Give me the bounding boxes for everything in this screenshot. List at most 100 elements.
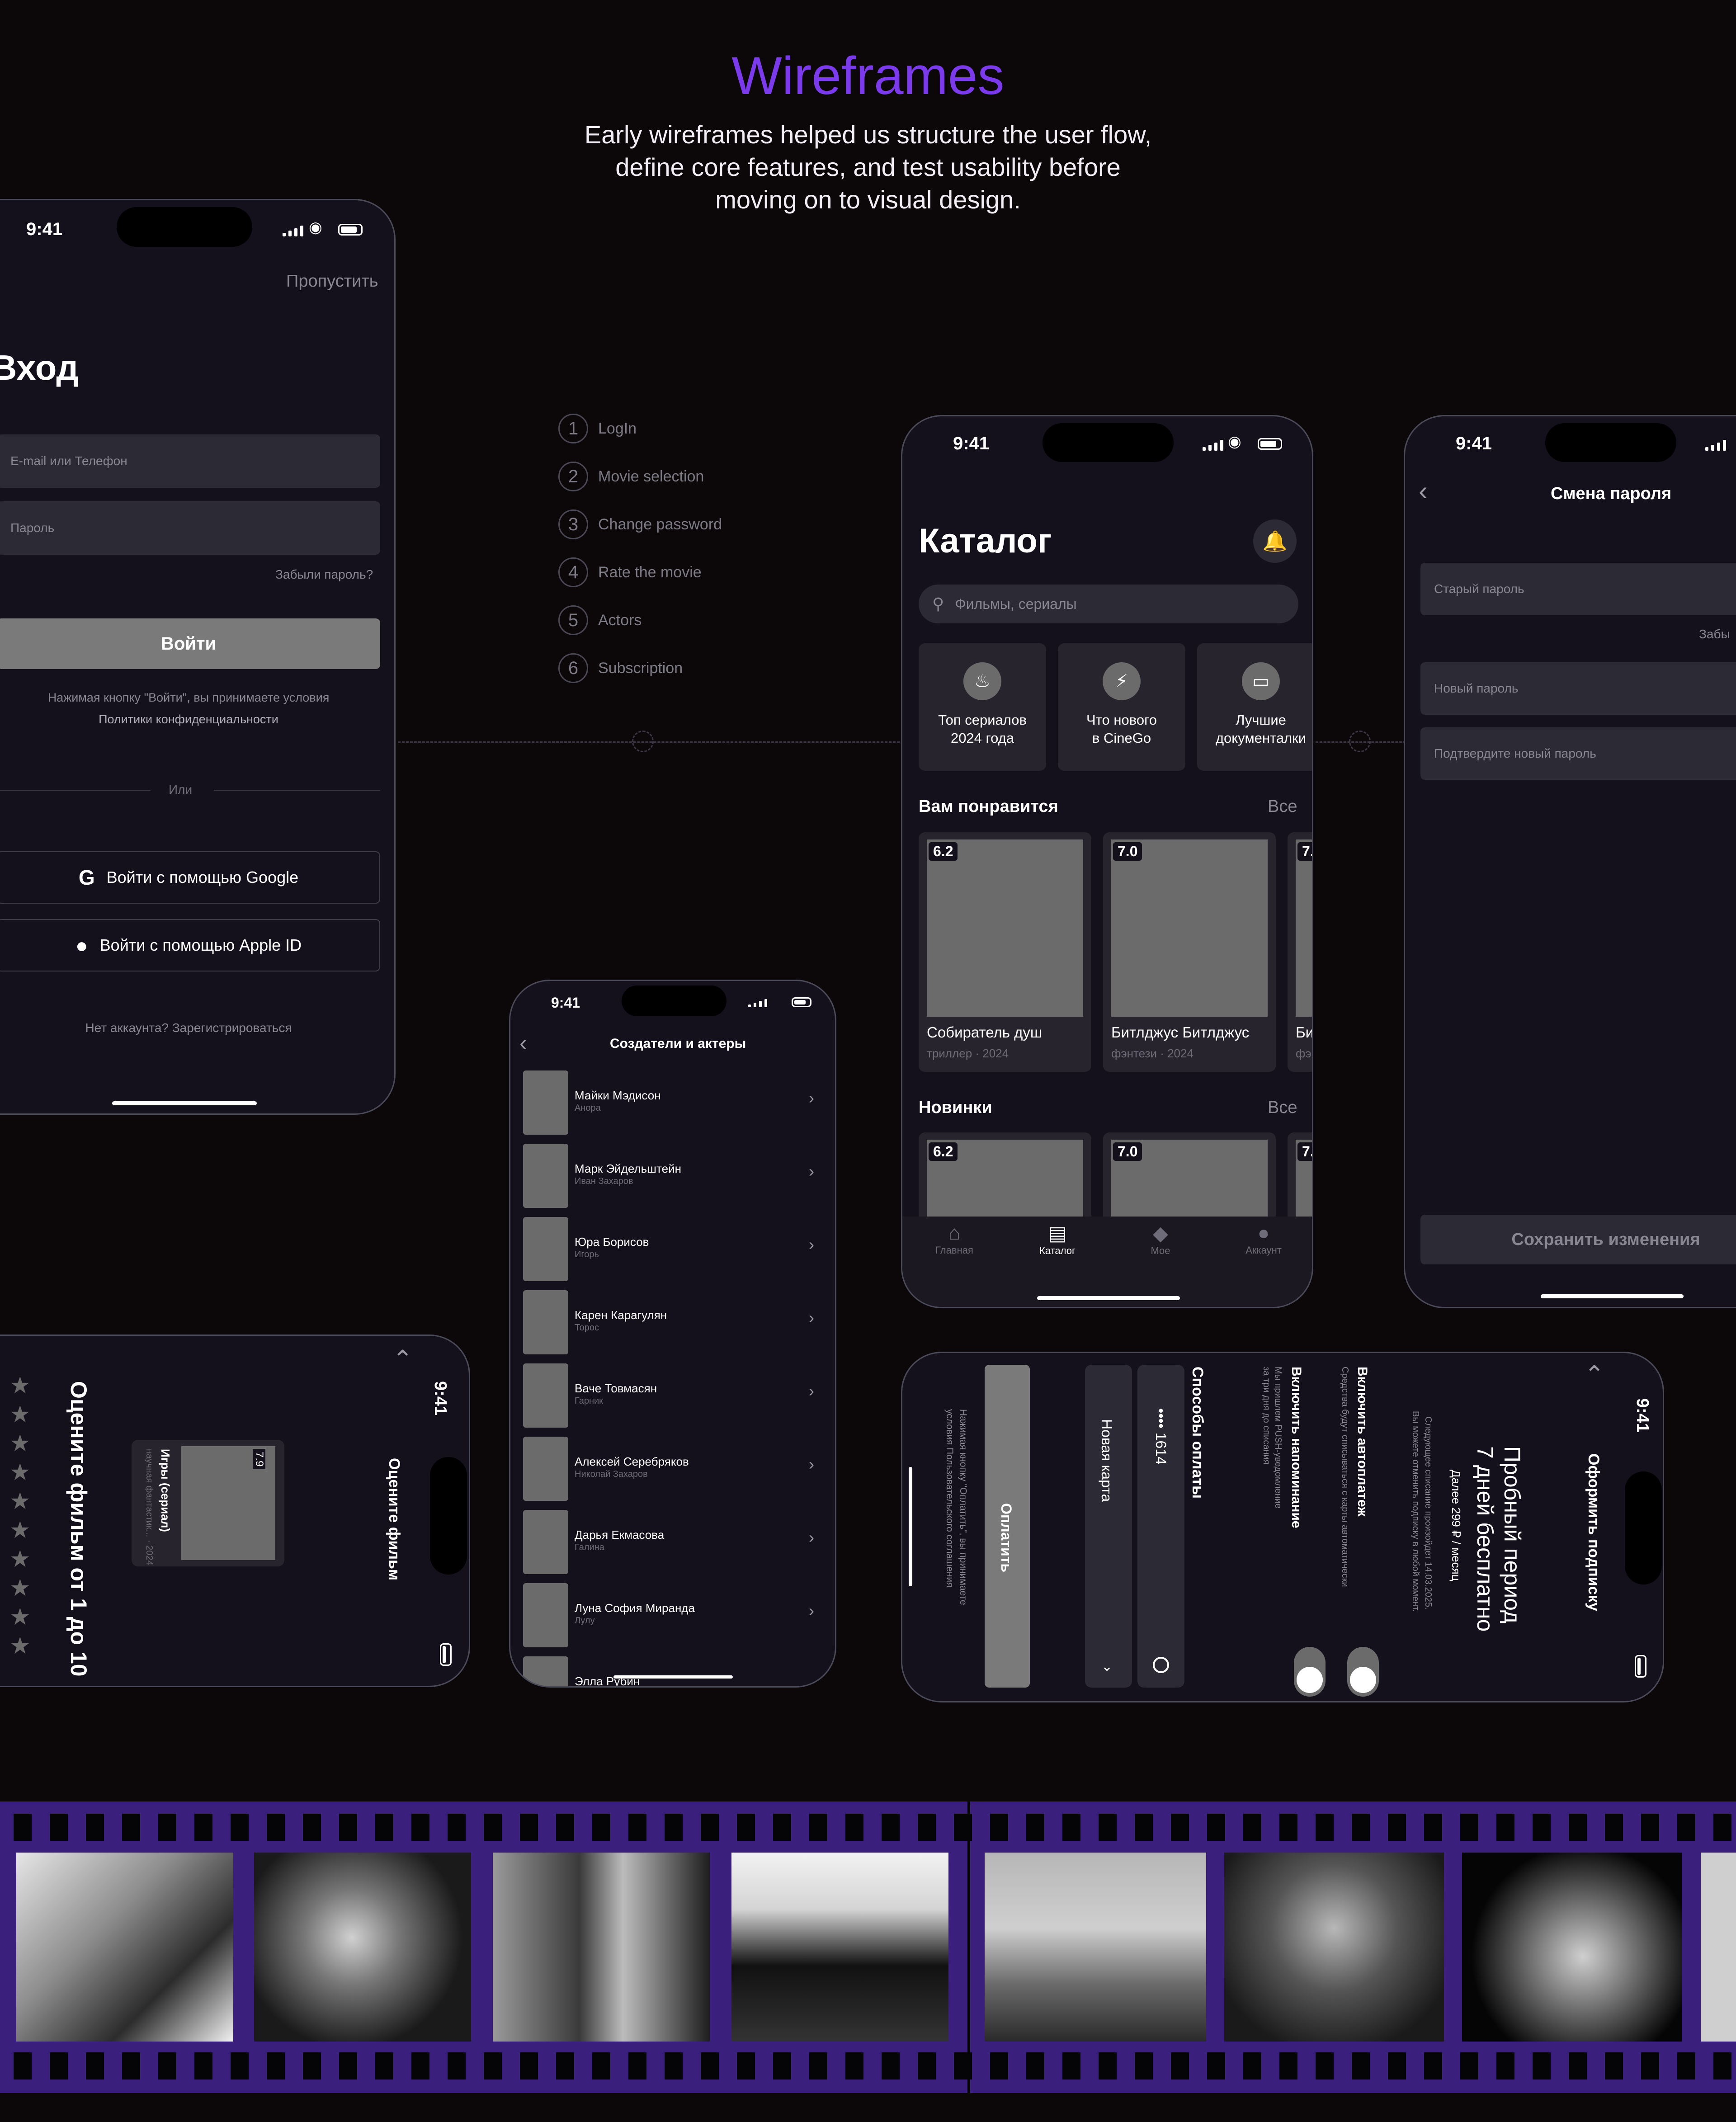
terms-link[interactable]: условия Пользовательского соглашения [944, 1409, 955, 1587]
section-title: Вам понравится [919, 797, 1058, 816]
actor-row[interactable]: Дарья Екмасова Галина › [510, 1510, 835, 1583]
film-frame-image [1701, 1853, 1736, 2042]
avatar [523, 1437, 568, 1501]
apple-login-button[interactable]: ● Войти с помощью Apple ID [0, 919, 380, 971]
bolt-icon: ⚡ [1103, 662, 1141, 700]
film-hole [1713, 2052, 1731, 2080]
actors-screen: 9:41 ‹ Создатели и актеры Майки Мэдисон А… [509, 980, 836, 1688]
tab-mine[interactable]: ◆ Мое [1127, 1222, 1194, 1257]
actor-row[interactable]: Луна София Миранда Лулу › [510, 1583, 835, 1656]
see-all-link[interactable]: Все [1268, 797, 1297, 816]
actor-row[interactable]: Марк Эйдельштейн Иван Захаров › [510, 1144, 835, 1217]
star-icon[interactable]: ★ [9, 1546, 31, 1573]
autopay-label: Включить автоплатеж [1355, 1367, 1370, 1517]
back-icon[interactable]: ‹ [1419, 475, 1428, 506]
radio-selected[interactable] [1153, 1657, 1169, 1673]
avatar [523, 1510, 568, 1574]
battery-icon [1258, 438, 1282, 450]
actor-name: Дарья Екмасова [575, 1528, 665, 1542]
actor-row[interactable]: Ваче Товмасян Гарник › [510, 1363, 835, 1437]
forgot-password-link[interactable]: Забыли пароль? [275, 567, 373, 582]
confirm-password-field[interactable]: Подтвердите новый пароль [1420, 727, 1736, 780]
chevron-up-icon[interactable]: ⌃ [392, 1345, 413, 1373]
login-screen: 9:41 ◉ Пропустить Вход E-mail или Телефо… [0, 199, 396, 1115]
tab-catalog[interactable]: ▤ Каталог [1024, 1222, 1091, 1257]
screen-title: Смена пароля [1551, 484, 1672, 503]
film-hole [1135, 1814, 1153, 1841]
reminder-toggle[interactable] [1294, 1647, 1326, 1697]
google-login-button[interactable]: G Войти с помощью Google [0, 851, 380, 904]
saved-card[interactable]: •••• 1614 [1137, 1365, 1184, 1688]
privacy-link[interactable]: Политики конфиденциальности [0, 712, 380, 726]
film-hole [1605, 1814, 1623, 1841]
old-password-field[interactable]: Старый пароль [1420, 563, 1736, 615]
film-hole [1460, 2052, 1478, 2080]
actor-row[interactable]: Юра Борисов Игорь › [510, 1217, 835, 1290]
star-rating[interactable]: ★ ★ ★ ★ ★ ★ ★ ★ ★ ★ [9, 1372, 37, 1661]
film-hole [1062, 2052, 1080, 2080]
actor-row[interactable]: Элла Рубин [510, 1656, 835, 1686]
new-card-option[interactable]: Новая карта ⌄ [1085, 1365, 1132, 1688]
film-hole [990, 1814, 1008, 1841]
bell-icon[interactable]: 🔔 [1253, 519, 1297, 563]
film-hole [50, 1814, 68, 1841]
skip-link[interactable]: Пропустить [286, 272, 378, 291]
terms-text: Нажимая кнопку "Оплатить", вы принимаете [958, 1409, 968, 1605]
star-icon[interactable]: ★ [9, 1401, 31, 1428]
actor-row[interactable]: Майки Мэдисон Анора › [510, 1070, 835, 1144]
actor-row[interactable]: Алексей Серебряков Николай Захаров › [510, 1437, 835, 1510]
chevron-up-icon[interactable]: ⌃ [1584, 1360, 1604, 1389]
tab-account[interactable]: ● Аккаунт [1230, 1222, 1297, 1256]
movie-card[interactable]: 7.0 Битлджус Битлджус фэнтези · 2024 [1103, 832, 1276, 1072]
movie-card[interactable]: 7. Би фэ [1288, 832, 1312, 1072]
apple-login-label: Войти с помощью Apple ID [99, 936, 302, 954]
divider [0, 790, 151, 791]
actor-role: Галина [575, 1542, 604, 1552]
star-icon[interactable]: ★ [9, 1430, 31, 1457]
category-card[interactable]: ▭ Лучшие документалки [1197, 643, 1312, 771]
star-icon[interactable]: ★ [9, 1459, 31, 1486]
register-link[interactable]: Нет аккаунта? Зарегистрироваться [0, 1021, 380, 1035]
movie-card[interactable]: 6.2 Собиратель душ триллер · 2024 [919, 832, 1091, 1072]
forgot-password-link[interactable]: Забы [1699, 627, 1730, 641]
section-title: Новинки [919, 1098, 992, 1117]
film-hole [411, 2052, 429, 2080]
star-icon[interactable]: ★ [9, 1632, 31, 1660]
film-hole [1171, 2052, 1189, 2080]
email-field[interactable]: E-mail или Телефон [0, 434, 380, 488]
status-time: 9:41 [953, 434, 990, 453]
actor-row[interactable]: Карен Карагулян Торос › [510, 1290, 835, 1363]
password-field[interactable]: Пароль [0, 501, 380, 555]
pay-button[interactable]: Оплатить [985, 1365, 1030, 1688]
search-icon: ⚲ [932, 594, 944, 613]
film-hole [158, 1814, 176, 1841]
film-hole [1569, 1814, 1587, 1841]
category-card[interactable]: ♨ Топ сериалов 2024 года [919, 643, 1046, 771]
category-card[interactable]: ⚡ Что нового в CineGo [1058, 643, 1185, 771]
new-password-field[interactable]: Новый пароль [1420, 662, 1736, 715]
dynamic-island [117, 207, 252, 247]
film-hole [1677, 1814, 1695, 1841]
google-login-label: Войти с помощью Google [106, 868, 299, 887]
film-hole [448, 2052, 466, 2080]
star-icon[interactable]: ★ [9, 1603, 31, 1631]
see-all-link[interactable]: Все [1268, 1098, 1297, 1118]
star-icon[interactable]: ★ [9, 1488, 31, 1515]
star-icon[interactable]: ★ [9, 1575, 31, 1602]
film-hole [1533, 2052, 1551, 2080]
signal-icon [283, 226, 303, 236]
star-icon[interactable]: ★ [9, 1517, 31, 1544]
film-hole [845, 2052, 863, 2080]
step-item: 6 Subscription [558, 644, 722, 692]
star-icon[interactable]: ★ [9, 1372, 31, 1399]
save-button[interactable]: Сохранить изменения [1420, 1215, 1736, 1264]
film-hole [194, 1814, 212, 1841]
movie-poster [1111, 839, 1268, 1017]
film-hole [990, 2052, 1008, 2080]
autopay-toggle[interactable] [1347, 1647, 1379, 1697]
search-input[interactable]: ⚲ Фильмы, сериалы [919, 585, 1298, 623]
tab-home[interactable]: ⌂ Главная [920, 1222, 988, 1256]
back-icon[interactable]: ‹ [519, 1030, 527, 1056]
login-button[interactable]: Войти [0, 618, 380, 669]
film-hole [773, 1814, 791, 1841]
